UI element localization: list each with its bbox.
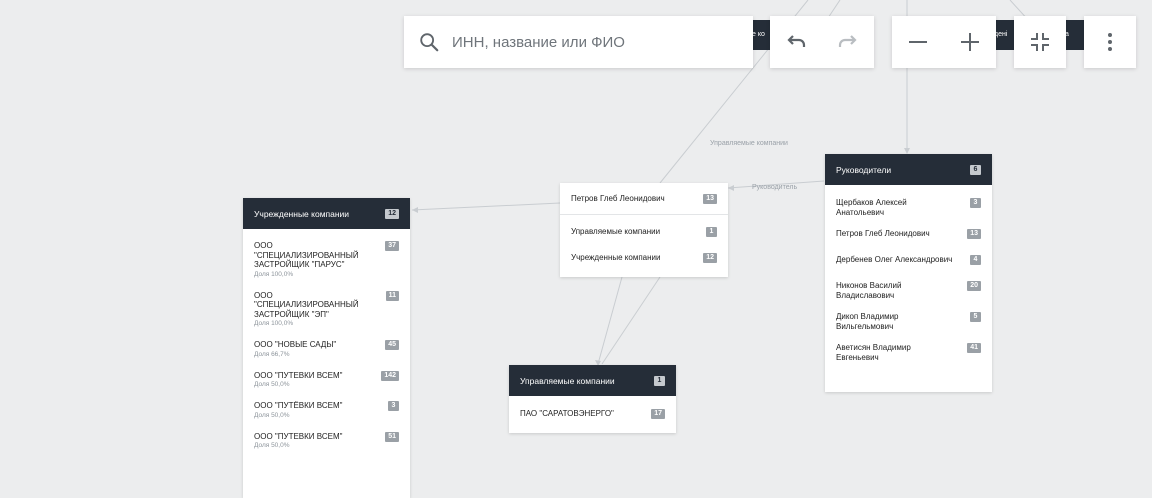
list-item[interactable]: ПАО "САРАТОВЭНЕРГО" 17 xyxy=(509,409,676,419)
director-name: Щербаков Алексей Анатольевич xyxy=(836,198,907,217)
count-badge: 11 xyxy=(385,290,399,301)
count-badge: 51 xyxy=(385,431,399,442)
director-name: Аветисян Владимир Евгеньевич xyxy=(836,343,911,362)
list-item[interactable]: Аветисян Владимир Евгеньевич 41 xyxy=(825,343,992,362)
directors-card: Руководители 6 Щербаков Алексей Анатолье… xyxy=(825,154,992,392)
count-badge: 12 xyxy=(703,253,717,263)
count-badge: 1 xyxy=(706,227,717,237)
search-box[interactable] xyxy=(404,16,753,68)
person-managed-row[interactable]: Управляемые компании 1 xyxy=(560,219,728,245)
card-title: Управляемые компании xyxy=(520,375,615,386)
count-badge: 3 xyxy=(388,401,399,411)
list-item[interactable]: Щербаков Алексей Анатольевич 3 xyxy=(825,198,992,217)
row-label: Учрежденные компании xyxy=(571,253,661,263)
share-text: Доля 66,7% xyxy=(254,350,290,358)
company-name: ООО "СПЕЦИАЛИЗИРОВАННЫЙ ЗАСТРОЙЩИК "ПАРУ… xyxy=(254,241,359,269)
undo-icon xyxy=(787,35,806,47)
managed-companies-header[interactable]: Управляемые компании 1 xyxy=(509,365,676,396)
director-name: Дербенев Олег Александрович xyxy=(836,255,953,264)
list-item[interactable]: ООО "СПЕЦИАЛИЗИРОВАННЫЙ ЗАСТРОЙЩИК "ЭП" Д… xyxy=(243,290,410,329)
managed-companies-card: Управляемые компании 1 ПАО "САРАТОВЭНЕРГ… xyxy=(509,365,676,433)
person-name-row[interactable]: Петров Глеб Леонидович 13 xyxy=(560,183,728,215)
person-name: Петров Глеб Леонидович xyxy=(571,193,665,203)
list-item[interactable]: Дербенев Олег Александрович 4 xyxy=(825,255,992,265)
more-menu-button[interactable] xyxy=(1084,16,1136,68)
share-text: Доля 50,0% xyxy=(254,442,290,449)
row-label: Управляемые компании xyxy=(571,227,661,237)
list-item[interactable]: ООО "НОВЫЕ САДЫ" Доля 66,7% 45 xyxy=(243,340,410,359)
hidden-node-left-label: е ко xyxy=(752,31,765,38)
count-badge: 13 xyxy=(703,193,717,204)
search-icon xyxy=(418,31,440,53)
founded-companies-card: Учрежденные компании 12 ООО "СПЕЦИАЛИЗИР… xyxy=(243,198,410,498)
company-name: ООО "НОВЫЕ САДЫ" xyxy=(254,340,337,349)
card-title: Руководители xyxy=(836,164,892,175)
company-name: ООО "ПУТЕВКИ ВСЕМ" xyxy=(254,431,343,441)
count-badge: 3 xyxy=(970,198,981,208)
list-item[interactable]: Никонов Василий Владиславович 20 xyxy=(825,281,992,300)
count-badge: 17 xyxy=(651,409,665,419)
person-founded-row[interactable]: Учрежденные компании 12 xyxy=(560,245,728,271)
company-name: ПАО "САРАТОВЭНЕРГО" xyxy=(520,409,614,418)
zoom-out-button[interactable] xyxy=(898,22,938,62)
share-text: Доля 50,0% xyxy=(254,411,290,419)
hidden-node-right-label: дені xyxy=(994,31,1008,38)
founded-companies-header[interactable]: Учрежденные компании 12 xyxy=(243,198,410,229)
minus-icon xyxy=(909,41,927,43)
collapse-icon xyxy=(1031,33,1049,51)
list-item[interactable]: ООО "ПУТЕВКИ ВСЕМ" Доля 50,0% 51 xyxy=(243,431,410,451)
directors-header[interactable]: Руководители 6 xyxy=(825,154,992,185)
count-badge: 142 xyxy=(381,370,399,381)
zoom-in-button[interactable] xyxy=(950,22,990,62)
count-badge: 6 xyxy=(970,164,981,175)
more-vertical-icon xyxy=(1108,33,1112,51)
edge-label-managed: Управляемые компании xyxy=(710,140,788,147)
undo-button[interactable] xyxy=(776,22,816,62)
plus-icon xyxy=(961,33,979,51)
count-badge: 1 xyxy=(654,375,665,386)
count-badge: 20 xyxy=(967,281,981,291)
redo-icon xyxy=(838,35,857,47)
count-badge: 37 xyxy=(385,241,399,251)
zoom-controls xyxy=(892,16,996,68)
list-item[interactable]: ООО "ПУТЕВКИ ВСЕМ" Доля 50,0% 142 xyxy=(243,370,410,390)
count-badge: 45 xyxy=(385,340,399,350)
search-input[interactable] xyxy=(450,32,744,52)
count-badge: 13 xyxy=(967,229,981,239)
count-badge: 41 xyxy=(967,343,981,353)
list-item[interactable]: Дикоп Владимир Вильгельмович 5 xyxy=(825,312,992,331)
person-card: Петров Глеб Леонидович 13 Управляемые ко… xyxy=(560,183,728,277)
count-badge: 4 xyxy=(970,255,981,265)
history-controls xyxy=(770,16,874,68)
list-item[interactable]: ООО "ПУТЁВКИ ВСЕМ" Доля 50,0% 3 xyxy=(243,401,410,420)
count-badge: 5 xyxy=(970,312,981,322)
count-badge: 12 xyxy=(385,208,399,219)
redo-button[interactable] xyxy=(828,22,868,62)
hidden-node-left: е ко xyxy=(752,20,772,50)
company-name: ООО "ПУТЁВКИ ВСЕМ" xyxy=(254,401,343,410)
share-text: Доля 100,0% xyxy=(254,320,294,327)
company-name: ООО "ПУТЕВКИ ВСЕМ" xyxy=(254,370,343,380)
list-item[interactable]: Петров Глеб Леонидович 13 xyxy=(825,229,992,239)
list-item[interactable]: ООО "СПЕЦИАЛИЗИРОВАННЫЙ ЗАСТРОЙЩИК "ПАРУ… xyxy=(243,241,410,279)
fit-view-button[interactable] xyxy=(1014,16,1066,68)
director-name: Дикоп Владимир Вильгельмович xyxy=(836,312,899,331)
share-text: Доля 100,0% xyxy=(254,270,294,278)
director-name: Никонов Василий Владиславович xyxy=(836,281,902,300)
card-title: Учрежденные компании xyxy=(254,208,350,219)
edge-label-director: Руководитель xyxy=(752,184,797,191)
share-text: Доля 50,0% xyxy=(254,381,290,388)
director-name: Петров Глеб Леонидович xyxy=(836,229,930,238)
company-name: ООО "СПЕЦИАЛИЗИРОВАННЫЙ ЗАСТРОЙЩИК "ЭП" xyxy=(254,290,359,319)
